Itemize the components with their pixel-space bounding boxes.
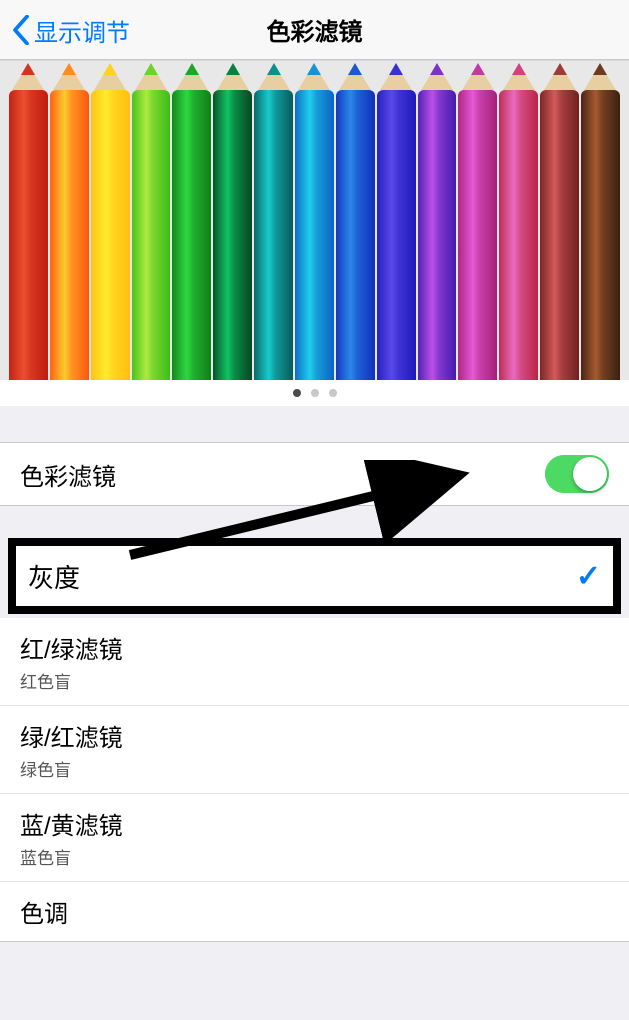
- pencil-icon: [581, 90, 620, 380]
- filter-label: 红/绿滤镜: [20, 630, 609, 665]
- nav-bar: 显示调节 色彩滤镜: [0, 0, 629, 60]
- pager-dot[interactable]: [311, 389, 319, 397]
- pencil-icon: [540, 90, 579, 380]
- pencil-icon: [458, 90, 497, 380]
- filter-sublabel: 绿色盲: [20, 756, 609, 781]
- pencil-icon: [9, 90, 48, 380]
- filter-option-red-green[interactable]: 红/绿滤镜 红色盲: [0, 618, 629, 705]
- toggle-section: 色彩滤镜: [0, 442, 629, 506]
- color-filter-toggle-row: 色彩滤镜: [0, 443, 629, 505]
- pager-dot[interactable]: [293, 389, 301, 397]
- filter-label: 绿/红滤镜: [20, 718, 609, 753]
- pager-dot[interactable]: [329, 389, 337, 397]
- filter-sublabel: 蓝色盲: [20, 844, 609, 869]
- filter-label: 灰度: [28, 558, 576, 595]
- pencil-icon: [91, 90, 130, 380]
- filter-sublabel: 红色盲: [20, 668, 609, 693]
- preview-pager: [0, 380, 629, 406]
- filter-label: 色调: [20, 894, 609, 929]
- color-filter-toggle[interactable]: [545, 455, 609, 493]
- pencil-icon: [132, 90, 171, 380]
- checkmark-icon: ✓: [576, 559, 601, 594]
- filter-option-tint[interactable]: 色调: [0, 881, 629, 941]
- filter-option-grayscale[interactable]: 灰度 ✓: [16, 546, 613, 606]
- back-button[interactable]: 显示调节: [12, 0, 130, 60]
- color-preview[interactable]: [0, 60, 629, 380]
- filter-options-section: 红/绿滤镜 红色盲 绿/红滤镜 绿色盲 蓝/黄滤镜 蓝色盲 色调: [0, 618, 629, 942]
- toggle-knob: [573, 457, 607, 491]
- filter-option-green-red[interactable]: 绿/红滤镜 绿色盲: [0, 705, 629, 793]
- pencil-icon: [418, 90, 457, 380]
- back-label: 显示调节: [34, 13, 130, 48]
- pencil-icon: [50, 90, 89, 380]
- filter-label: 蓝/黄滤镜: [20, 806, 609, 841]
- pencil-icon: [377, 90, 416, 380]
- pencil-icon: [254, 90, 293, 380]
- annotation-highlight-box: 灰度 ✓: [8, 538, 621, 614]
- pencil-icon: [499, 90, 538, 380]
- page-title: 色彩滤镜: [267, 12, 363, 47]
- toggle-label: 色彩滤镜: [20, 457, 545, 492]
- chevron-left-icon: [12, 15, 30, 45]
- filter-option-blue-yellow[interactable]: 蓝/黄滤镜 蓝色盲: [0, 793, 629, 881]
- pencil-icon: [213, 90, 252, 380]
- pencil-icon: [336, 90, 375, 380]
- pencil-icon: [295, 90, 334, 380]
- pencil-icon: [172, 90, 211, 380]
